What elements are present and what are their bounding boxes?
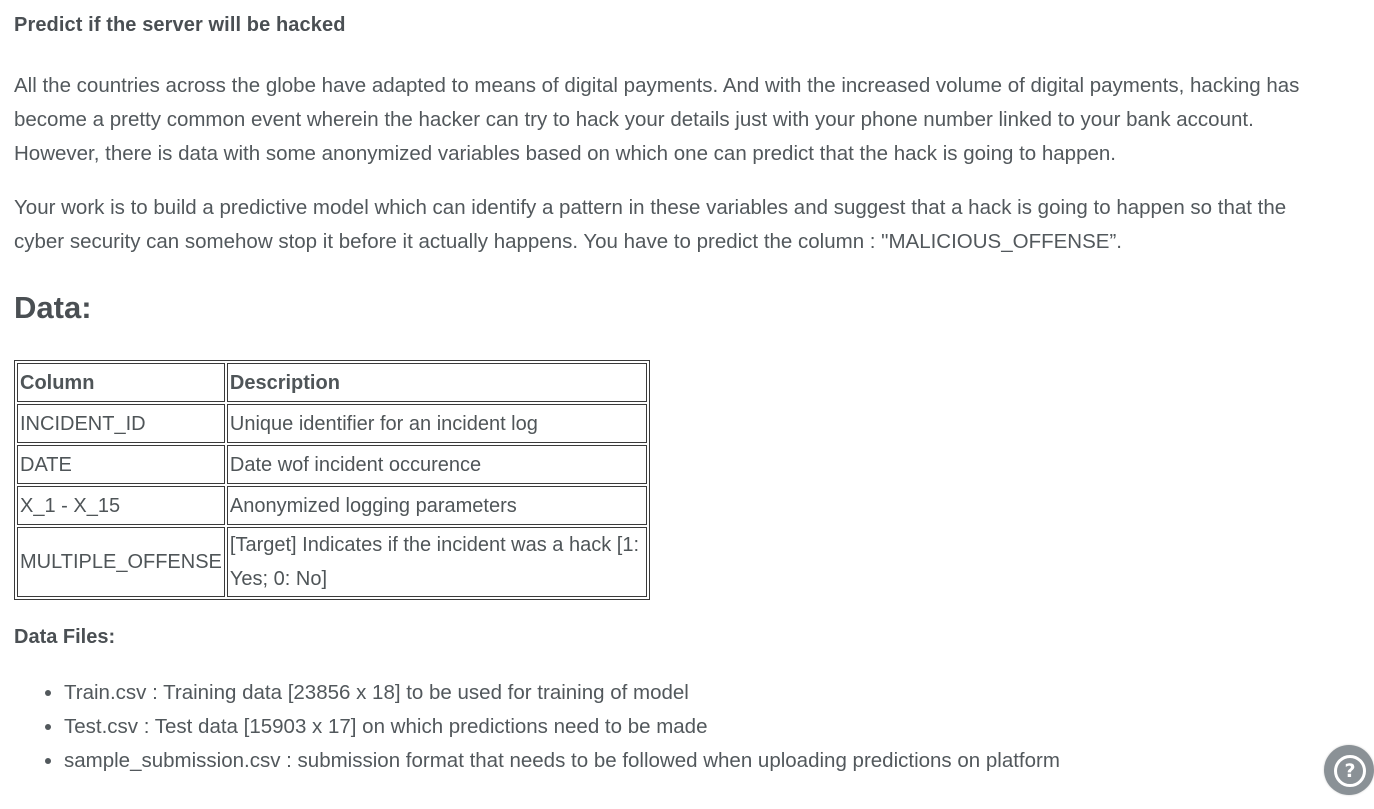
table-header-row: Column Description — [17, 363, 647, 402]
list-item: Train.csv : Training data [23856 x 18] t… — [64, 676, 1060, 710]
table-row: MULTIPLE_OFFENSE [Target] Indicates if t… — [17, 527, 647, 597]
help-button[interactable]: ? — [1324, 745, 1374, 795]
table-cell-column: MULTIPLE_OFFENSE — [17, 527, 225, 597]
table-header-description: Description — [226, 363, 647, 402]
table-cell-description: Date wof incident occurence — [226, 445, 647, 484]
table-cell-description: Unique identifier for an incident log — [226, 404, 647, 443]
table-cell-column: INCIDENT_ID — [17, 404, 225, 443]
table-cell-column: DATE — [17, 445, 225, 484]
table-row: X_1 - X_15 Anonymized logging parameters — [17, 486, 647, 525]
table-cell-description: Anonymized logging parameters — [226, 486, 647, 525]
question-circle-icon: ? — [1334, 755, 1366, 787]
data-heading: Data: — [14, 290, 92, 325]
table-header-column: Column — [17, 363, 225, 402]
intro-paragraph: All the countries across the globe have … — [14, 74, 1300, 165]
data-files-list: Train.csv : Training data [23856 x 18] t… — [14, 676, 1060, 778]
table-row: INCIDENT_ID Unique identifier for an inc… — [17, 404, 647, 443]
table-cell-column: X_1 - X_15 — [17, 486, 225, 525]
table-cell-description: [Target] Indicates if the incident was a… — [226, 527, 647, 597]
data-columns-table: Column Description INCIDENT_ID Unique id… — [14, 360, 650, 600]
task-paragraph: Your work is to build a predictive model… — [14, 196, 1287, 253]
data-files-heading: Data Files: — [14, 626, 116, 648]
table-row: DATE Date wof incident occurence — [17, 445, 647, 484]
list-item: sample_submission.csv : submission forma… — [64, 744, 1060, 778]
page-title: Predict if the server will be hacked — [14, 14, 346, 36]
list-item: Test.csv : Test data [15903 x 17] on whi… — [64, 710, 1060, 744]
